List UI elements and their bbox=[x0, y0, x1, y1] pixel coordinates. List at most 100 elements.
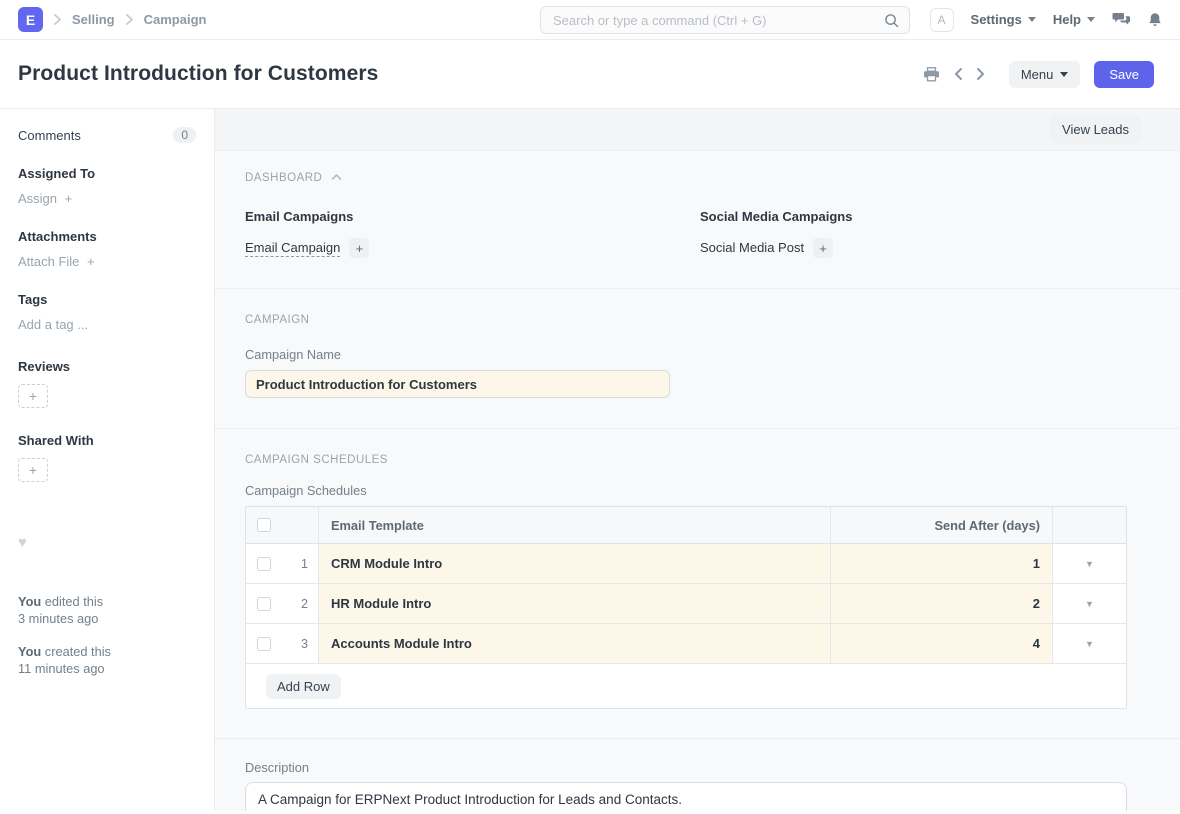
activity-actor: You bbox=[18, 644, 41, 659]
row-expand-caret-icon[interactable]: ▼ bbox=[1085, 599, 1094, 609]
plus-icon: + bbox=[29, 462, 37, 478]
description-label: Description bbox=[245, 760, 1127, 775]
add-email-campaign-button[interactable]: + bbox=[349, 238, 369, 258]
row-checkbox[interactable] bbox=[257, 597, 271, 611]
plus-icon: + bbox=[87, 254, 95, 269]
tags-heading: Tags bbox=[18, 292, 196, 307]
collapse-chevron-up-icon[interactable] bbox=[331, 172, 342, 184]
breadcrumb-chevron-icon bbox=[53, 13, 62, 26]
send-after-cell[interactable]: 4 bbox=[830, 624, 1052, 663]
save-button[interactable]: Save bbox=[1094, 61, 1154, 88]
email-template-column-header: Email Template bbox=[318, 507, 830, 543]
activity-action: created this bbox=[45, 644, 111, 659]
plus-icon: + bbox=[356, 241, 364, 256]
select-all-checkbox[interactable] bbox=[257, 518, 271, 532]
table-row[interactable]: 3 Accounts Module Intro 4 ▼ bbox=[246, 624, 1126, 664]
chevron-down-icon bbox=[1087, 17, 1095, 22]
add-social-post-button[interactable]: + bbox=[813, 238, 833, 258]
email-template-cell[interactable]: CRM Module Intro bbox=[318, 544, 830, 583]
grid-footer: Add Row bbox=[246, 664, 1126, 708]
activity-when: 3 minutes ago bbox=[18, 611, 98, 626]
row-index: 3 bbox=[301, 637, 318, 651]
form-body: View Leads DASHBOARD Email Campaigns Ema… bbox=[215, 109, 1180, 811]
activity-entry: You created this 11 minutes ago bbox=[18, 643, 196, 678]
chat-icon[interactable] bbox=[1112, 12, 1131, 27]
chevron-down-icon bbox=[1060, 72, 1068, 77]
row-checkbox[interactable] bbox=[257, 557, 271, 571]
schedules-grid: Email Template Send After (days) 1 CRM M… bbox=[245, 506, 1127, 709]
activity-entry: You edited this 3 minutes ago bbox=[18, 593, 196, 628]
dashboard-section-title: DASHBOARD bbox=[245, 172, 322, 184]
help-label: Help bbox=[1053, 12, 1081, 27]
campaign-section-title: CAMPAIGN bbox=[245, 314, 310, 326]
page-header: Product Introduction for Customers Menu … bbox=[0, 40, 1180, 109]
email-campaigns-heading: Email Campaigns bbox=[245, 209, 700, 224]
schedules-section-title: CAMPAIGN SCHEDULES bbox=[245, 454, 388, 466]
plus-icon: + bbox=[29, 388, 37, 404]
attach-file-button[interactable]: Attach File + bbox=[18, 254, 196, 269]
row-checkbox[interactable] bbox=[257, 637, 271, 651]
plus-icon: + bbox=[65, 191, 73, 206]
social-campaigns-heading: Social Media Campaigns bbox=[700, 209, 1127, 224]
grid-header-row: Email Template Send After (days) bbox=[246, 507, 1126, 544]
breadcrumb-selling[interactable]: Selling bbox=[72, 12, 115, 27]
table-row[interactable]: 1 CRM Module Intro 1 ▼ bbox=[246, 544, 1126, 584]
breadcrumb-campaign[interactable]: Campaign bbox=[144, 12, 207, 27]
activity-actor: You bbox=[18, 594, 41, 609]
comments-link[interactable]: Comments bbox=[18, 128, 81, 143]
assign-label: Assign bbox=[18, 191, 57, 206]
send-after-cell[interactable]: 1 bbox=[830, 544, 1052, 583]
plus-icon: + bbox=[819, 241, 827, 256]
avatar-letter: A bbox=[938, 13, 946, 27]
settings-menu[interactable]: Settings bbox=[971, 12, 1036, 27]
view-leads-button[interactable]: View Leads bbox=[1050, 116, 1141, 143]
help-menu[interactable]: Help bbox=[1053, 12, 1095, 27]
activity-log: You edited this 3 minutes ago You create… bbox=[18, 593, 196, 677]
send-after-column-header: Send After (days) bbox=[830, 507, 1052, 543]
search-input[interactable] bbox=[551, 12, 884, 29]
attachments-heading: Attachments bbox=[18, 229, 196, 244]
add-row-button[interactable]: Add Row bbox=[266, 674, 341, 699]
avatar[interactable]: A bbox=[930, 8, 954, 32]
bell-icon[interactable] bbox=[1148, 12, 1162, 28]
email-template-cell[interactable]: HR Module Intro bbox=[318, 584, 830, 623]
campaign-name-field[interactable] bbox=[245, 370, 670, 398]
app-logo[interactable]: E bbox=[18, 7, 43, 32]
global-search[interactable] bbox=[540, 6, 910, 34]
email-campaign-link[interactable]: Email Campaign bbox=[245, 240, 340, 257]
add-review-button[interactable]: + bbox=[18, 384, 48, 408]
navbar: E Selling Campaign A Settings Help bbox=[0, 0, 1180, 40]
prev-icon[interactable] bbox=[951, 65, 965, 83]
activity-action: edited this bbox=[45, 594, 103, 609]
assign-button[interactable]: Assign + bbox=[18, 191, 196, 206]
settings-label: Settings bbox=[971, 12, 1022, 27]
social-media-post-link[interactable]: Social Media Post bbox=[700, 240, 804, 256]
form-sidebar: Comments 0 Assigned To Assign + Attachme… bbox=[0, 109, 215, 811]
comments-count-badge: 0 bbox=[173, 127, 196, 143]
table-row[interactable]: 2 HR Module Intro 2 ▼ bbox=[246, 584, 1126, 624]
row-expand-caret-icon[interactable]: ▼ bbox=[1085, 639, 1094, 649]
assigned-to-heading: Assigned To bbox=[18, 166, 196, 181]
next-icon[interactable] bbox=[974, 65, 988, 83]
send-after-cell[interactable]: 2 bbox=[830, 584, 1052, 623]
campaign-name-label: Campaign Name bbox=[245, 347, 1127, 362]
chevron-down-icon bbox=[1028, 17, 1036, 22]
activity-when: 11 minutes ago bbox=[18, 661, 105, 676]
add-tag-input[interactable]: Add a tag ... bbox=[18, 317, 196, 332]
form-toolbar: View Leads bbox=[215, 109, 1180, 151]
menu-button[interactable]: Menu bbox=[1009, 61, 1081, 88]
add-share-button[interactable]: + bbox=[18, 458, 48, 482]
campaign-section: CAMPAIGN Campaign Name bbox=[215, 289, 1180, 429]
row-expand-caret-icon[interactable]: ▼ bbox=[1085, 559, 1094, 569]
dashboard-section: DASHBOARD Email Campaigns Email Campaign… bbox=[215, 151, 1180, 289]
schedules-table-label: Campaign Schedules bbox=[245, 483, 1127, 498]
email-template-cell[interactable]: Accounts Module Intro bbox=[318, 624, 830, 663]
print-icon[interactable] bbox=[921, 65, 942, 84]
app-logo-letter: E bbox=[26, 12, 35, 28]
attach-file-label: Attach File bbox=[18, 254, 79, 269]
page-title: Product Introduction for Customers bbox=[18, 62, 378, 86]
description-field[interactable]: A Campaign for ERPNext Product Introduct… bbox=[245, 782, 1127, 811]
menu-button-label: Menu bbox=[1021, 67, 1054, 82]
shared-with-heading: Shared With bbox=[18, 433, 196, 448]
like-heart-icon[interactable]: ♥ bbox=[18, 534, 196, 551]
